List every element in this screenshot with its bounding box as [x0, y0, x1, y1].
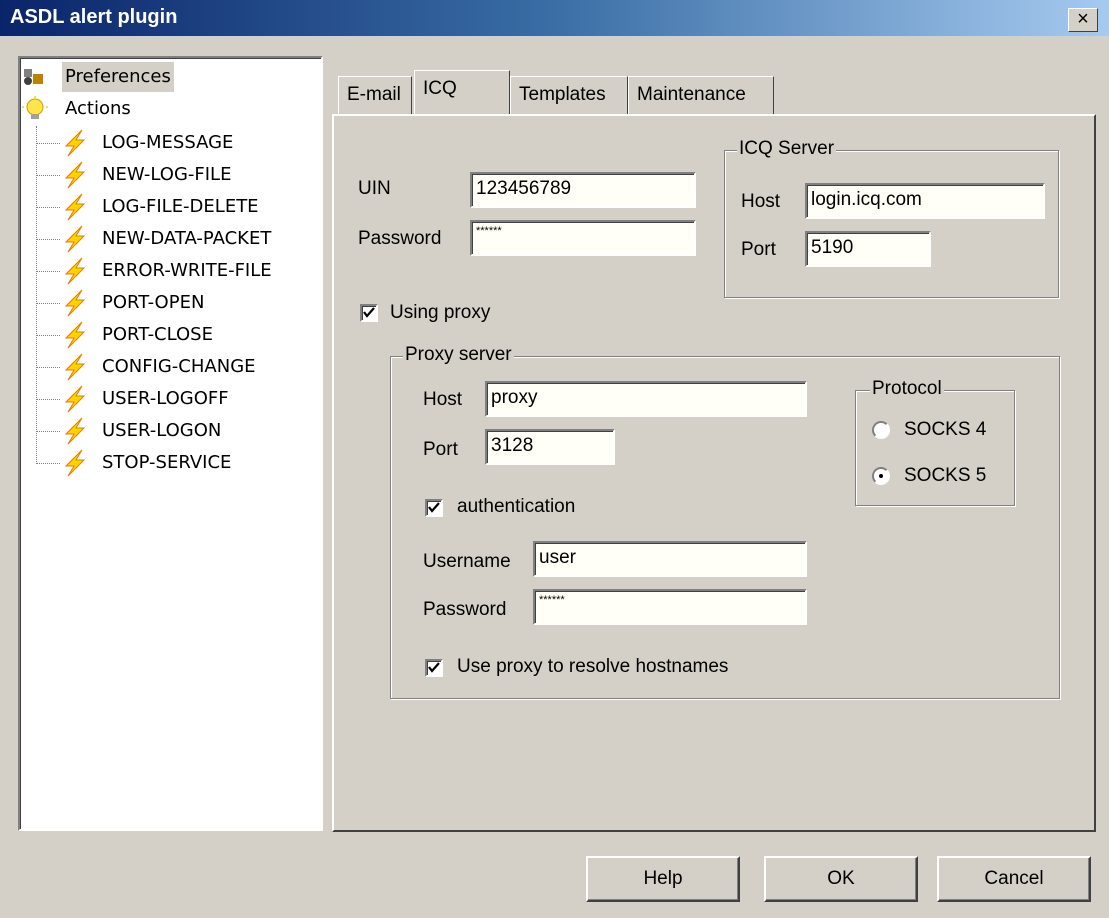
resolve-hostnames-label: Use proxy to resolve hostnames: [457, 656, 729, 677]
server-port-input[interactable]: 5190: [805, 231, 931, 267]
lightning-bolt-icon: [64, 353, 86, 381]
socks4-label: SOCKS 4: [904, 419, 987, 440]
uin-input[interactable]: 123456789: [470, 172, 696, 208]
checkmark-icon: [428, 662, 440, 673]
socks5-radio[interactable]: [872, 467, 890, 485]
proxy-server-legend: Proxy server: [403, 344, 514, 365]
checkmark-icon: [428, 502, 440, 513]
tab-maintenance[interactable]: Maintenance: [628, 76, 774, 114]
icq-server-group: ICQ Server Host login.icq.com Port 5190: [724, 139, 1059, 298]
cancel-button[interactable]: Cancel: [937, 856, 1091, 902]
authentication-checkbox[interactable]: [425, 499, 443, 517]
protocol-group: Protocol SOCKS 4 SOCKS 5: [855, 379, 1015, 506]
authentication-label: authentication: [457, 496, 576, 517]
ok-button[interactable]: OK: [764, 856, 918, 902]
tree-item-action[interactable]: NEW-DATA-PACKET: [20, 224, 320, 254]
password-label: Password: [358, 228, 442, 249]
using-proxy-checkbox[interactable]: [360, 304, 378, 322]
lightning-bolt-icon: [64, 161, 86, 189]
proxy-password-label: Password: [423, 599, 507, 620]
tree-item-label: PORT-CLOSE: [102, 324, 213, 345]
preferences-icon: [24, 69, 43, 85]
tree-item-action[interactable]: PORT-OPEN: [20, 288, 320, 318]
lightning-bolt-icon: [64, 321, 86, 349]
tab-icq[interactable]: ICQ: [414, 70, 510, 114]
radio-selected-dot: [879, 474, 883, 478]
username-input[interactable]: user: [533, 541, 807, 577]
tab-email[interactable]: E-mail: [338, 76, 412, 114]
lightning-bolt-icon: [64, 257, 86, 285]
tab-templates[interactable]: Templates: [510, 76, 628, 114]
tree-item-action[interactable]: USER-LOGON: [20, 416, 320, 446]
icq-server-legend: ICQ Server: [737, 138, 837, 159]
close-icon: ×: [1077, 8, 1089, 30]
lightning-bolt-icon: [64, 385, 86, 413]
window-title: ASDL alert plugin: [10, 6, 178, 28]
proxy-host-label: Host: [423, 389, 463, 410]
lightbulb-icon: [22, 96, 48, 119]
lightning-bolt-icon: [64, 417, 86, 445]
lightning-bolt-icon: [64, 289, 86, 317]
tree-item-label: LOG-FILE-DELETE: [102, 196, 259, 217]
tree-item-label: PORT-OPEN: [102, 292, 205, 313]
proxy-server-group: Proxy server Host proxy Port 3128 authen…: [390, 345, 1060, 699]
tree-item-label: NEW-LOG-FILE: [102, 164, 232, 185]
tree-item-action[interactable]: NEW-LOG-FILE: [20, 160, 320, 190]
checkmark-icon: [363, 307, 375, 318]
tree-item-label: NEW-DATA-PACKET: [102, 228, 272, 249]
proxy-host-input[interactable]: proxy: [485, 381, 807, 417]
username-label: Username: [423, 551, 511, 572]
proxy-password-input[interactable]: ******: [533, 589, 807, 625]
help-button[interactable]: Help: [586, 856, 740, 902]
tree-item-label: Actions: [65, 98, 131, 119]
proxy-port-label: Port: [423, 439, 458, 460]
tree-item-label: USER-LOGON: [102, 420, 222, 441]
socks4-radio[interactable]: [872, 421, 890, 439]
server-host-label: Host: [741, 191, 781, 212]
protocol-legend: Protocol: [870, 378, 944, 399]
tree-item-label: USER-LOGOFF: [102, 388, 229, 409]
tree-item-action[interactable]: ERROR-WRITE-FILE: [20, 256, 320, 286]
tree-item-label: ERROR-WRITE-FILE: [102, 260, 272, 281]
tree-item-label: CONFIG-CHANGE: [102, 356, 256, 377]
tree-item-label: LOG-MESSAGE: [102, 132, 234, 153]
tree-item-action[interactable]: CONFIG-CHANGE: [20, 352, 320, 382]
tree-item-action[interactable]: PORT-CLOSE: [20, 320, 320, 350]
tree-item-label: STOP-SERVICE: [102, 452, 232, 473]
resolve-hostnames-checkbox[interactable]: [425, 659, 443, 677]
title-bar: ASDL alert plugin ×: [0, 0, 1109, 36]
tree-item-action[interactable]: LOG-MESSAGE: [20, 128, 320, 158]
uin-label: UIN: [358, 178, 391, 199]
close-button[interactable]: ×: [1068, 8, 1098, 32]
using-proxy-label: Using proxy: [390, 302, 491, 323]
actions-tree[interactable]: Preferences Actions LOG-MESSAGE NEW-LOG-…: [18, 56, 323, 831]
tree-item-action[interactable]: LOG-FILE-DELETE: [20, 192, 320, 222]
proxy-port-input[interactable]: 3128: [485, 429, 615, 465]
server-port-label: Port: [741, 239, 776, 260]
tree-item-action[interactable]: STOP-SERVICE: [20, 448, 320, 478]
lightning-bolt-icon: [64, 193, 86, 221]
lightning-bolt-icon: [64, 129, 86, 157]
tree-item-action[interactable]: USER-LOGOFF: [20, 384, 320, 414]
lightning-bolt-icon: [64, 449, 86, 477]
tab-label: Maintenance: [637, 84, 746, 105]
tab-label: E-mail: [347, 84, 401, 105]
tree-item-label: Preferences: [62, 62, 174, 92]
tab-panel-icq: UIN 123456789 Password ****** ICQ Server…: [332, 114, 1096, 832]
lightning-bolt-icon: [64, 225, 86, 253]
server-host-input[interactable]: login.icq.com: [805, 183, 1045, 219]
tab-label: ICQ: [423, 78, 457, 99]
socks5-label: SOCKS 5: [904, 465, 987, 486]
tab-label: Templates: [519, 84, 606, 105]
password-input[interactable]: ******: [470, 220, 696, 256]
